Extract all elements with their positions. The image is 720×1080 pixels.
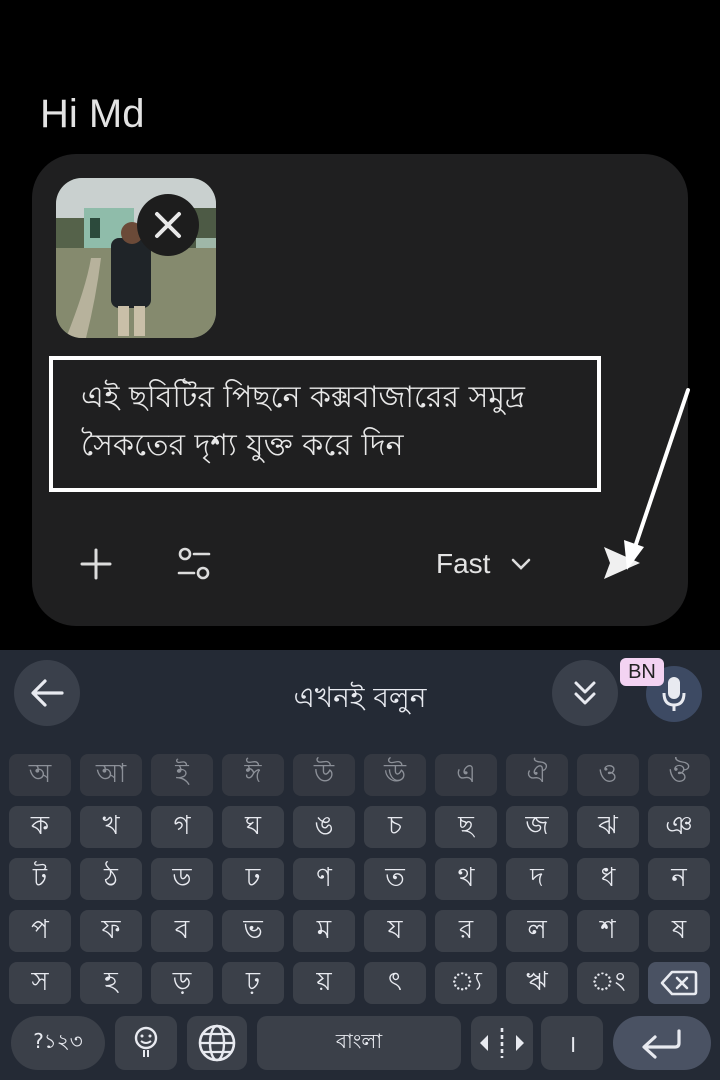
chevron-down-icon [512,558,531,570]
key[interactable]: খ [80,806,142,848]
key[interactable]: এ [435,754,497,796]
key[interactable]: ছ [435,806,497,848]
key[interactable]: থ [435,858,497,900]
key[interactable]: য [364,910,426,952]
key[interactable]: ঘ [222,806,284,848]
key[interactable]: ষ [648,910,710,952]
key[interactable]: ও [577,754,639,796]
double-chevron-down-icon [574,681,596,705]
globe-icon [198,1024,236,1062]
annotation-arrow [624,388,690,570]
key[interactable]: ঝ [577,806,639,848]
key[interactable]: আ [80,754,142,796]
key[interactable]: ড় [151,962,213,1004]
key[interactable]: ঐ [506,754,568,796]
key[interactable]: চ [364,806,426,848]
on-screen-keyboard: এখনই বলুন BN অ আ ই ঈ উ ঊ এ ঐ ও ঔ ক খ গ ঘ [0,650,720,1080]
key[interactable]: ্য [435,962,497,1004]
key[interactable]: শ [577,910,639,952]
key[interactable]: ৎ [364,962,426,1004]
plus-icon [80,548,112,580]
remove-image-button[interactable] [137,194,199,256]
key[interactable]: প [9,910,71,952]
key[interactable]: ন [648,858,710,900]
key[interactable]: ফ [80,910,142,952]
key[interactable]: ক [9,806,71,848]
language-switch-key[interactable] [187,1016,247,1070]
key[interactable]: জ [506,806,568,848]
key-row-2: ক খ গ ঘ ঙ চ ছ জ ঝ ঞ [9,806,711,848]
key[interactable]: ণ [293,858,355,900]
backspace-key[interactable] [648,962,710,1004]
key[interactable]: ট [9,858,71,900]
key[interactable]: ঞ [648,806,710,848]
key[interactable]: ই [151,754,213,796]
key[interactable]: র [435,910,497,952]
key[interactable]: ঊ [364,754,426,796]
danda-key[interactable]: । [541,1016,603,1070]
key[interactable]: ঔ [648,754,710,796]
cursor-move-icon [480,1028,524,1058]
prompt-text-line: এই ছবিটির পিছনে কক্সবাজারের সমুদ্র [81,380,525,415]
prompt-text-line: সৈকতের দৃশ্য যুক্ত করে দিন [81,428,404,463]
collapse-keyboard-button[interactable] [552,660,618,726]
key[interactable]: স [9,962,71,1004]
enter-icon [642,1029,681,1059]
key[interactable]: হ [80,962,142,1004]
keyboard-toolbar: এখনই বলুন BN [0,650,720,738]
key[interactable]: ঢ় [222,962,284,1004]
model-selector[interactable]: Fast [436,540,532,588]
key[interactable]: ঈ [222,754,284,796]
microphone-icon [662,677,686,711]
key-row-5: স হ ড় ঢ় য় ৎ ্য ঋ ং [9,962,711,1004]
key[interactable]: উ [293,754,355,796]
space-key[interactable]: বাংলা [257,1016,461,1070]
key[interactable]: ল [506,910,568,952]
cursor-control-key[interactable] [471,1016,533,1070]
model-label: Fast [436,548,491,579]
prompt-composer: এই ছবিটির পিছনে কক্সবাজারের সমুদ্র সৈকতে… [32,154,688,626]
key[interactable]: ব [151,910,213,952]
key[interactable]: দ [506,858,568,900]
emoji-icon [134,1026,158,1057]
key[interactable]: ম [293,910,355,952]
key-row-3: ট ঠ ড ঢ ণ ত থ দ ধ ন [9,858,711,900]
symbols-key[interactable]: ?১২৩ [11,1016,105,1070]
key[interactable]: ং [577,962,639,1004]
key[interactable]: ঠ [80,858,142,900]
key-row-4: প ফ ব ভ ম য র ল শ ষ [9,910,711,952]
key[interactable]: ভ [222,910,284,952]
key[interactable]: ঢ [222,858,284,900]
key[interactable]: য় [293,962,355,1004]
key[interactable]: গ [151,806,213,848]
enter-key[interactable] [613,1016,711,1070]
key[interactable]: ঙ [293,806,355,848]
emoji-key[interactable] [115,1016,177,1070]
key[interactable]: অ [9,754,71,796]
greeting: Hi Md [40,92,145,136]
tune-icon [177,547,211,580]
key-row-1: অ আ ই ঈ উ ঊ এ ঐ ও ঔ [9,754,711,796]
tools-button[interactable] [170,540,218,588]
backspace-icon [660,970,698,996]
prompt-input[interactable]: এই ছবিটির পিছনে কক্সবাজারের সমুদ্র সৈকতে… [49,356,601,492]
language-badge: BN [620,658,664,686]
key[interactable]: ত [364,858,426,900]
key[interactable]: ড [151,858,213,900]
attached-image-thumbnail[interactable] [56,178,216,338]
close-icon [155,212,181,238]
key[interactable]: ধ [577,858,639,900]
add-attachment-button[interactable] [72,540,120,588]
key[interactable]: ঋ [506,962,568,1004]
